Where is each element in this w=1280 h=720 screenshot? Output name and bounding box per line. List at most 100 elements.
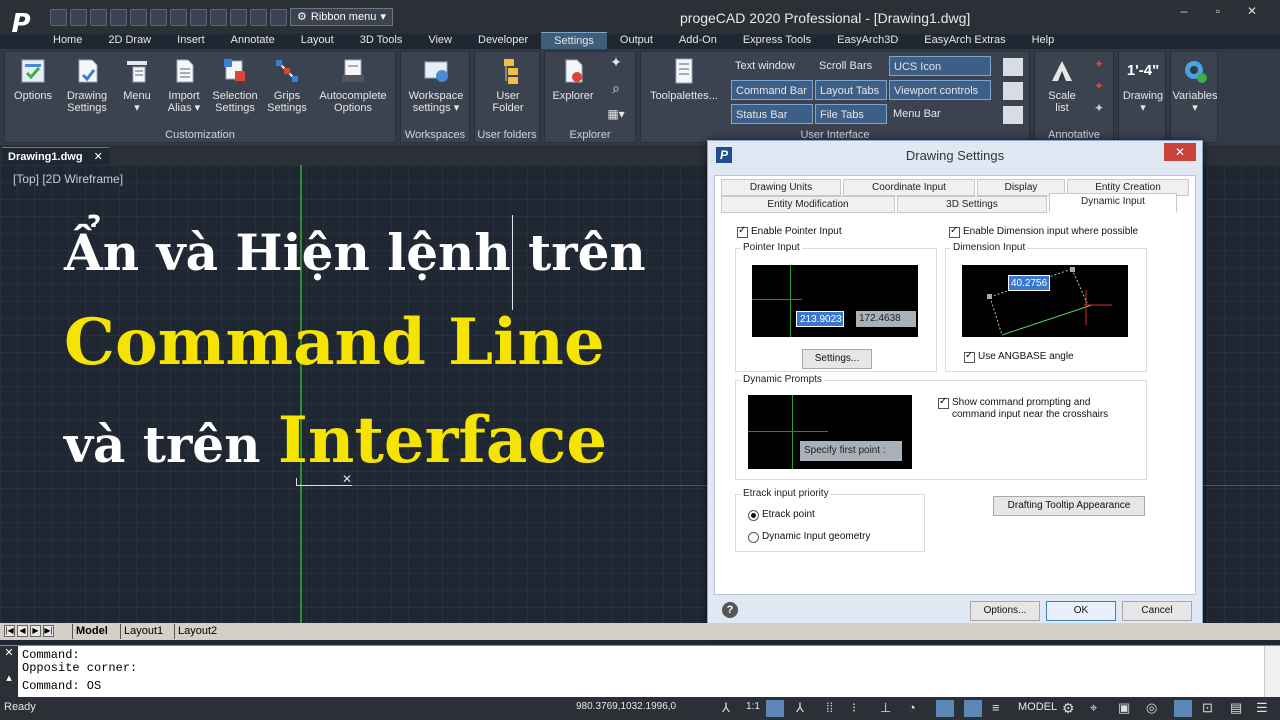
tile-horizontal-icon[interactable] [1003, 82, 1023, 100]
tab-3d-tools[interactable]: 3D Tools [347, 32, 416, 49]
object-snap-icon[interactable] [936, 700, 954, 717]
help-icon[interactable] [270, 8, 287, 26]
variables-button[interactable]: Variables ▾ [1171, 56, 1219, 114]
cursor-coordinates[interactable]: 980.3769,1032.1996,0 [576, 701, 676, 712]
clean-screen-icon[interactable] [1174, 700, 1192, 717]
explorer-tool-icon-1[interactable]: ✦ [603, 55, 629, 69]
scroll-bars-toggle[interactable]: Scroll Bars [815, 56, 887, 76]
drawing-button[interactable]: 1'-4" Drawing ▾ [1119, 56, 1167, 114]
dialog-close-button[interactable]: ✕ [1164, 143, 1196, 161]
autocomplete-options-button[interactable]: Autocomplete Options [315, 56, 391, 114]
help-question-icon[interactable]: ? [722, 602, 738, 618]
layout-tab-layout2[interactable]: Layout2 [174, 624, 220, 639]
undo-icon[interactable] [130, 8, 147, 26]
tab-add-on[interactable]: Add-On [666, 32, 730, 49]
document-tab-drawing1[interactable]: Drawing1.dwg ✕ [2, 147, 109, 165]
snap-icon[interactable]: ⁝ [852, 700, 870, 717]
grid-icon[interactable]: ⁞⁞ [826, 700, 844, 717]
prev-layout-icon[interactable]: ◀ [17, 625, 28, 637]
workspace-settings-button[interactable]: Workspace settings ▾ [403, 56, 469, 114]
drawing-settings-button[interactable]: Drawing Settings [61, 56, 113, 114]
tab-insert[interactable]: Insert [164, 32, 218, 49]
cut-icon[interactable] [210, 8, 227, 26]
match-properties-icon[interactable] [230, 8, 247, 26]
app-logo[interactable]: P [6, 6, 36, 42]
command-bar-toggle[interactable]: Command Bar [731, 80, 813, 100]
explorer-tool-icon-2[interactable]: ⌕ [603, 81, 629, 95]
new-file-icon[interactable] [50, 8, 67, 26]
status-menu-icon[interactable]: ☰ [1256, 700, 1274, 717]
open-file-icon[interactable] [70, 8, 87, 26]
options-button[interactable]: Options... [970, 601, 1040, 621]
enable-dimension-input-checkbox[interactable]: Enable Dimension input where possible [949, 225, 1138, 238]
last-layout-icon[interactable]: ▶| [43, 625, 54, 637]
first-layout-icon[interactable]: |◀ [4, 625, 15, 637]
isolate-objects-icon[interactable]: ▤ [1230, 700, 1248, 717]
status-bar-toggle[interactable]: Status Bar [731, 104, 813, 124]
annotative-sync-icon[interactable]: ✦ [1089, 102, 1109, 114]
annotation-autoscale-icon[interactable] [766, 700, 784, 717]
pointer-settings-button[interactable]: Settings... [802, 349, 872, 369]
explorer-button[interactable]: Explorer [549, 56, 597, 102]
tab-home[interactable]: Home [40, 32, 95, 49]
lineweight-icon[interactable]: ≡ [992, 700, 1010, 717]
ok-button[interactable]: OK [1046, 601, 1116, 621]
workspace-switch-icon[interactable]: ▣ [1118, 700, 1136, 717]
viewport-label[interactable]: [Top] [2D Wireframe] [13, 172, 123, 186]
lock-ui-icon[interactable]: ⊡ [1202, 700, 1220, 717]
show-command-prompting-checkbox[interactable]: Show command prompting and command input… [938, 396, 1108, 421]
options-button[interactable]: Options [9, 56, 57, 102]
enable-pointer-input-checkbox[interactable]: Enable Pointer Input [737, 225, 842, 238]
tab-easyarch-extras[interactable]: EasyArch Extras [911, 32, 1018, 49]
print-preview-icon[interactable] [170, 8, 187, 26]
command-scrollbar[interactable] [1264, 646, 1280, 698]
close-button[interactable]: ✕ [1238, 4, 1266, 22]
save-all-icon[interactable] [110, 8, 127, 26]
tab-coordinate-input[interactable]: Coordinate Input [843, 179, 975, 196]
tab-dynamic-input[interactable]: Dynamic Input [1049, 193, 1177, 213]
viewport-controls-toggle[interactable]: Viewport controls [889, 80, 991, 100]
cascade-windows-icon[interactable] [1003, 58, 1023, 76]
grips-settings-button[interactable]: Grips Settings [263, 56, 311, 114]
tab-easyarch3d[interactable]: EasyArch3D [824, 32, 911, 49]
menu-button[interactable]: Menu ▾ [117, 56, 157, 114]
drafting-tooltip-appearance-button[interactable]: Drafting Tooltip Appearance [993, 496, 1145, 516]
ortho-icon[interactable]: ⊥ [880, 700, 898, 717]
tab-3d-settings[interactable]: 3D Settings [897, 196, 1047, 213]
next-layout-icon[interactable]: ▶ [30, 625, 41, 637]
user-folder-button[interactable]: User Folder [479, 56, 537, 114]
cancel-button[interactable]: Cancel [1122, 601, 1192, 621]
tile-vertical-icon[interactable] [1003, 106, 1023, 124]
annotative-remove-icon[interactable]: ✦ [1089, 80, 1109, 92]
restore-button[interactable]: ▫ [1204, 4, 1232, 22]
redo-icon[interactable] [150, 8, 167, 26]
close-command-line-icon[interactable]: ✕ [0, 646, 18, 659]
tab-developer[interactable]: Developer [465, 32, 541, 49]
command-line-menu-icon[interactable]: ▴ [0, 671, 18, 684]
zoom-icon[interactable] [250, 8, 267, 26]
annotation-visibility-icon[interactable]: ⅄ [722, 700, 740, 717]
save-icon[interactable] [90, 8, 107, 26]
settings-gear-icon[interactable]: ⚙ [1062, 700, 1080, 717]
print-icon[interactable] [190, 8, 207, 26]
close-tab-icon[interactable]: ✕ [94, 151, 103, 163]
toolpalettes-button[interactable]: Toolpalettes... [645, 56, 723, 102]
tab-settings[interactable]: Settings [541, 32, 607, 49]
tab-annotate[interactable]: Annotate [218, 32, 288, 49]
tab-layout[interactable]: Layout [288, 32, 347, 49]
tab-express-tools[interactable]: Express Tools [730, 32, 824, 49]
import-alias-button[interactable]: Import Alias ▾ [161, 56, 207, 114]
dialog-title-bar[interactable]: P Drawing Settings ✕ [708, 141, 1202, 169]
tab-drawing-units[interactable]: Drawing Units [721, 179, 841, 196]
layout-tabs-toggle[interactable]: Layout Tabs [815, 80, 887, 100]
ucs-icon-toggle[interactable]: UCS Icon [889, 56, 991, 76]
file-tabs-toggle[interactable]: File Tabs [815, 104, 887, 124]
selection-settings-button[interactable]: Selection Settings [209, 56, 261, 114]
polar-icon[interactable]: ◔ [908, 700, 926, 717]
use-angbase-checkbox[interactable]: Use ANGBASE angle [964, 350, 1074, 363]
object-tracking-icon[interactable] [964, 700, 982, 717]
text-window-toggle[interactable]: Text window [731, 56, 813, 76]
tab-2d-draw[interactable]: 2D Draw [95, 32, 164, 49]
etrack-point-radio[interactable]: Etrack point [748, 509, 815, 521]
menu-bar-toggle[interactable]: Menu Bar [889, 104, 991, 124]
